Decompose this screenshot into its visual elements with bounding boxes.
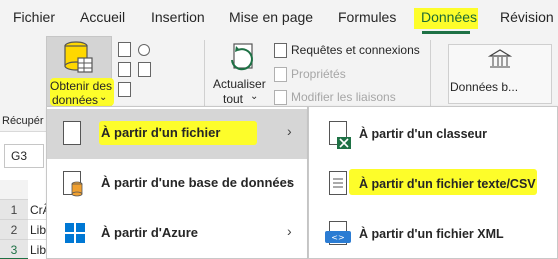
row-header-1[interactable]: 1	[0, 200, 28, 220]
submenu-item-from-text-csv[interactable]: À partir d'un fichier texte/CSV	[309, 159, 557, 209]
properties-button[interactable]: Propriétés	[291, 67, 346, 81]
submenu-item-label: À partir d'un classeur	[359, 127, 488, 141]
recent-sources-icon[interactable]	[138, 44, 150, 56]
file-icon	[63, 121, 81, 145]
tab-revision[interactable]: Révision	[500, 9, 554, 25]
cell-a3[interactable]: Lib	[28, 240, 48, 259]
menu-item-from-database[interactable]: À partir d'une base de données ›	[47, 159, 307, 209]
submenu-item-from-xml[interactable]: <> À partir d'un fichier XML	[309, 209, 557, 259]
get-data-dropdown-icon[interactable]: ⌄	[99, 92, 107, 103]
menu-item-from-file[interactable]: À partir d'un fichier ›	[47, 109, 307, 159]
tab-accueil[interactable]: Accueil	[80, 9, 125, 25]
cell-a2[interactable]: Lib	[28, 220, 48, 240]
refresh-label-line2[interactable]: tout	[223, 92, 243, 106]
ribbon-tab-bar: Fichier Accueil Insertion Mise en page F…	[0, 0, 558, 36]
data-types-pane: Données b...	[436, 38, 558, 114]
submenu-item-label: À partir d'un fichier texte/CSV	[359, 177, 536, 191]
column-header-corner[interactable]	[0, 180, 28, 200]
row-header-2[interactable]: 2	[0, 220, 28, 240]
edit-links-icon	[274, 90, 287, 105]
ribbon-separator	[430, 40, 431, 112]
menu-item-label: À partir d'Azure	[101, 225, 198, 240]
text-lines-icon	[333, 178, 343, 188]
menu-item-label: À partir d'un fichier	[101, 125, 221, 140]
row-header-3[interactable]: 3	[0, 240, 28, 259]
refresh-label-line1[interactable]: Actualiser	[213, 77, 266, 91]
get-transform-group-label: Récupér	[2, 115, 44, 127]
from-table-icon[interactable]	[138, 62, 151, 77]
from-web-icon[interactable]	[118, 62, 131, 77]
database-cylinder-icon	[71, 181, 83, 197]
tab-fichier[interactable]: Fichier	[13, 9, 55, 25]
submenu-item-from-workbook[interactable]: À partir d'un classeur	[309, 109, 557, 159]
get-data-menu: À partir d'un fichier › À partir d'une b…	[46, 106, 308, 259]
chevron-right-icon: ›	[287, 123, 292, 139]
tab-insertion[interactable]: Insertion	[151, 9, 205, 25]
building-icon	[488, 49, 512, 68]
chevron-right-icon: ›	[287, 223, 292, 239]
excel-workbook-icon	[337, 137, 351, 149]
refresh-all-icon[interactable]	[226, 40, 260, 74]
tab-donnees[interactable]: Données	[421, 9, 477, 25]
get-data-label-line2[interactable]: données	[52, 93, 98, 107]
tab-mise-en-page[interactable]: Mise en page	[229, 9, 313, 25]
get-data-label-line1[interactable]: Obtenir des	[50, 79, 112, 93]
svg-text:<>: <>	[331, 233, 344, 242]
from-text-icon[interactable]	[118, 42, 131, 57]
ribbon-separator	[204, 40, 205, 112]
queries-connections-icon[interactable]	[274, 43, 287, 58]
submenu-item-label: À partir d'un fichier XML	[359, 227, 504, 241]
azure-windows-icon	[65, 223, 85, 243]
refresh-dropdown-icon[interactable]: ⌄	[250, 91, 258, 102]
name-box[interactable]: G3	[4, 144, 44, 168]
data-types-label[interactable]: Données b...	[450, 80, 518, 94]
from-file-submenu: À partir d'un classeur À partir d'un fic…	[308, 106, 558, 259]
edit-links-button[interactable]: Modifier les liaisons	[291, 90, 396, 104]
chevron-right-icon: ›	[287, 173, 292, 189]
queries-connections-button[interactable]: Requêtes et connexions	[291, 43, 420, 57]
properties-icon	[274, 67, 287, 82]
menu-item-label: À partir d'une base de données	[101, 175, 295, 190]
from-picture-icon[interactable]	[118, 82, 131, 97]
menu-item-from-azure[interactable]: À partir d'Azure ›	[47, 209, 307, 259]
tab-formules[interactable]: Formules	[338, 9, 396, 25]
database-stack-icon	[64, 41, 93, 73]
xml-badge-icon: <>	[325, 231, 351, 243]
cell-a1[interactable]: CrÃ	[28, 200, 48, 220]
active-tab-underline	[422, 31, 470, 34]
